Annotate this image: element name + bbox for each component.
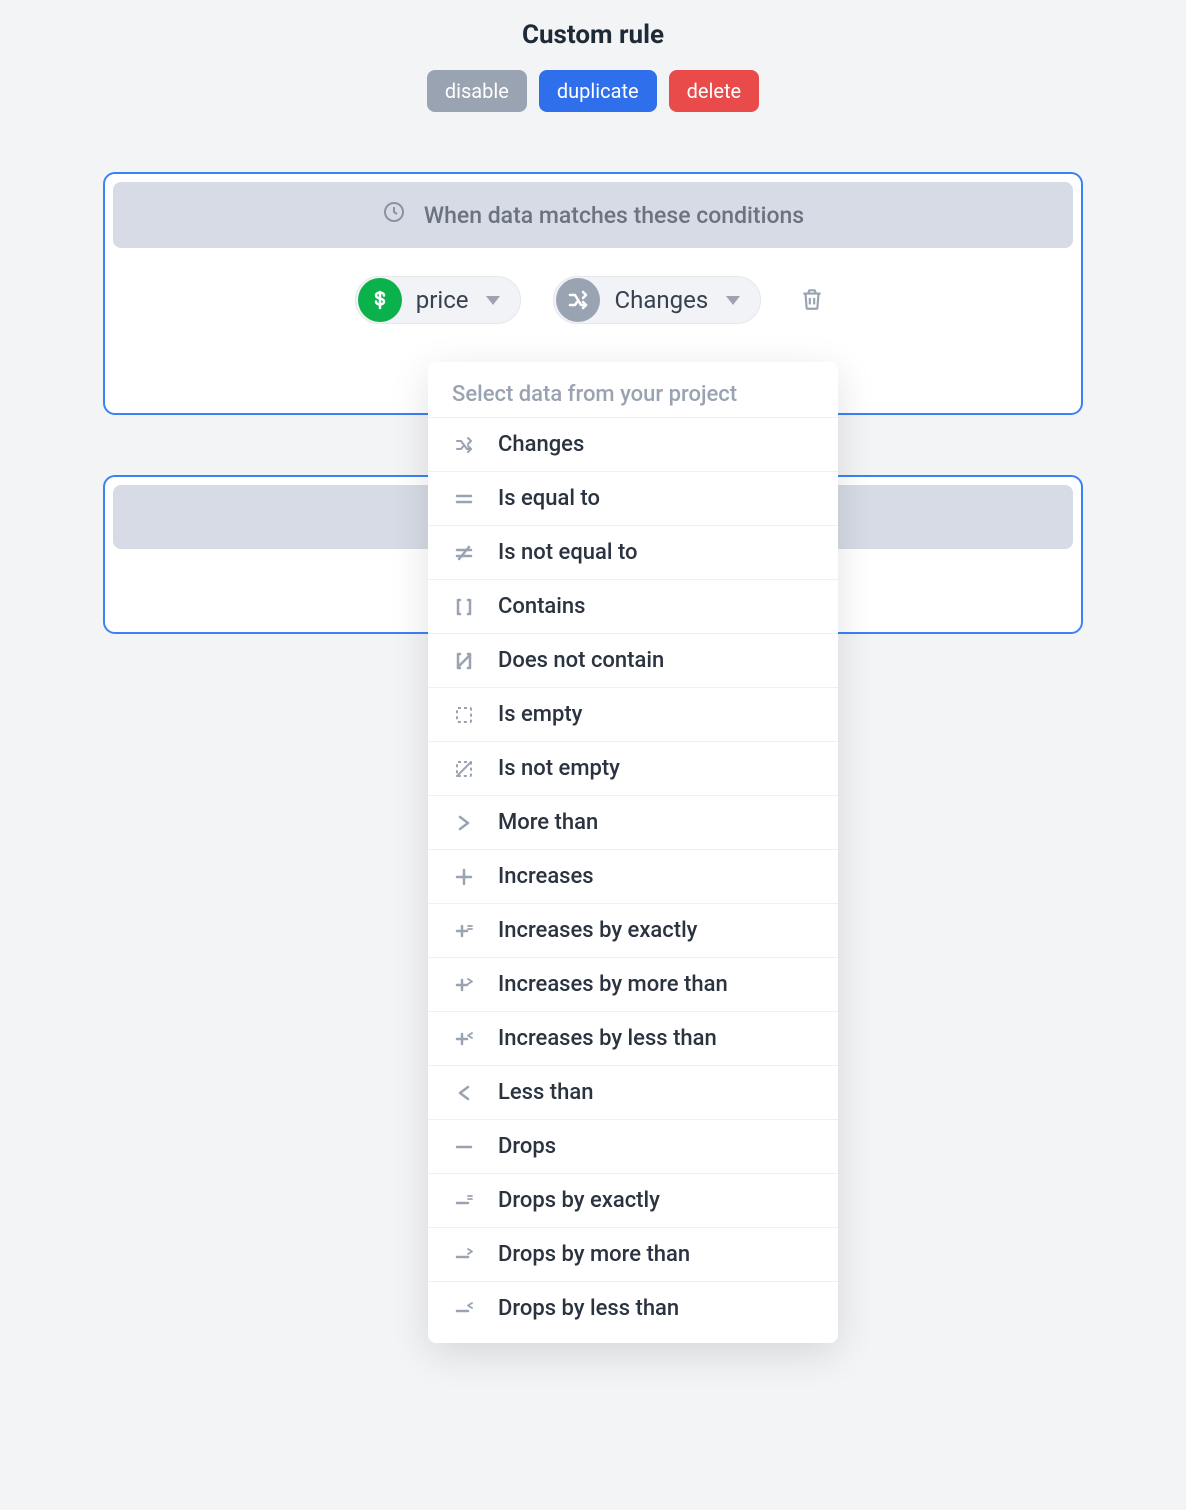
dropdown-item-label: Drops [498, 1134, 556, 1159]
dropdown-item-minus-lt[interactable]: Drops by less than [428, 1281, 838, 1335]
dropdown-item-label: Contains [498, 594, 585, 619]
dropdown-item-label: Is not empty [498, 756, 620, 781]
dropdown-item-plus[interactable]: Increases [428, 849, 838, 903]
plus-lt-icon [452, 1027, 476, 1051]
dropdown-item-label: More than [498, 810, 598, 835]
dropdown-item-dashed-box-slash[interactable]: Is not empty [428, 741, 838, 795]
condition-chip[interactable]: Changes [553, 276, 761, 324]
minus-lt-icon [452, 1297, 476, 1321]
dropdown-item-equal[interactable]: Is equal to [428, 471, 838, 525]
minus-gt-icon [452, 1243, 476, 1267]
dropdown-item-label: Is not equal to [498, 540, 638, 565]
dropdown-item-minus-gt[interactable]: Drops by more than [428, 1227, 838, 1281]
brackets-icon [452, 595, 476, 619]
dropdown-item-label: Drops by more than [498, 1242, 690, 1267]
dashed-box-icon [452, 703, 476, 727]
dollar-icon [358, 278, 402, 322]
dropdown-item-label: Increases by more than [498, 972, 728, 997]
dropdown-item-plus-eq[interactable]: Increases by exactly [428, 903, 838, 957]
dropdown-item-label: Increases by exactly [498, 918, 697, 943]
dropdown-item-lt[interactable]: Less than [428, 1065, 838, 1119]
plus-gt-icon [452, 973, 476, 997]
dropdown-item-shuffle[interactable]: Changes [428, 417, 838, 471]
dropdown-item-brackets-slash[interactable]: Does not contain [428, 633, 838, 687]
field-chip[interactable]: price [355, 276, 522, 324]
condition-chip-label: Changes [608, 286, 714, 314]
dropdown-item-minus-eq[interactable]: Drops by exactly [428, 1173, 838, 1227]
delete-condition-button[interactable] [793, 280, 831, 321]
duplicate-button[interactable]: duplicate [539, 70, 657, 112]
conditions-header-text: When data matches these conditions [424, 202, 804, 229]
page-title: Custom rule [0, 20, 1186, 50]
lt-icon [452, 1081, 476, 1105]
dropdown-item-label: Does not contain [498, 648, 664, 673]
dropdown-item-label: Increases by less than [498, 1026, 717, 1051]
not-equal-icon [452, 541, 476, 565]
delete-button[interactable]: delete [669, 70, 760, 112]
trash-icon [799, 286, 825, 315]
plus-eq-icon [452, 919, 476, 943]
dropdown-item-brackets[interactable]: Contains [428, 579, 838, 633]
minus-icon [452, 1135, 476, 1159]
dropdown-item-plus-lt[interactable]: Increases by less than [428, 1011, 838, 1065]
minus-eq-icon [452, 1189, 476, 1213]
dropdown-title: Select data from your project [428, 382, 838, 417]
clock-icon [382, 200, 406, 230]
brackets-slash-icon [452, 649, 476, 673]
dropdown-item-gt[interactable]: More than [428, 795, 838, 849]
dropdown-item-not-equal[interactable]: Is not equal to [428, 525, 838, 579]
chevron-down-icon [726, 296, 740, 305]
dropdown-item-label: Less than [498, 1080, 593, 1105]
dropdown-item-minus[interactable]: Drops [428, 1119, 838, 1173]
field-chip-label: price [410, 286, 475, 314]
gt-icon [452, 811, 476, 835]
plus-icon [452, 865, 476, 889]
condition-dropdown: Select data from your project Changes Is … [428, 362, 838, 1343]
chevron-down-icon [486, 296, 500, 305]
disable-button[interactable]: disable [427, 70, 527, 112]
shuffle-icon [556, 278, 600, 322]
dropdown-item-label: Drops by exactly [498, 1188, 660, 1213]
dashed-box-slash-icon [452, 757, 476, 781]
dropdown-item-label: Is equal to [498, 486, 600, 511]
rule-action-buttons: disable duplicate delete [0, 70, 1186, 112]
dropdown-item-plus-gt[interactable]: Increases by more than [428, 957, 838, 1011]
dropdown-item-label: Drops by less than [498, 1296, 679, 1321]
conditions-header: When data matches these conditions [113, 182, 1073, 248]
dropdown-item-label: Increases [498, 864, 594, 889]
dropdown-item-label: Changes [498, 432, 584, 457]
equal-icon [452, 487, 476, 511]
dropdown-item-dashed-box[interactable]: Is empty [428, 687, 838, 741]
shuffle-icon [452, 433, 476, 457]
dropdown-item-label: Is empty [498, 702, 582, 727]
